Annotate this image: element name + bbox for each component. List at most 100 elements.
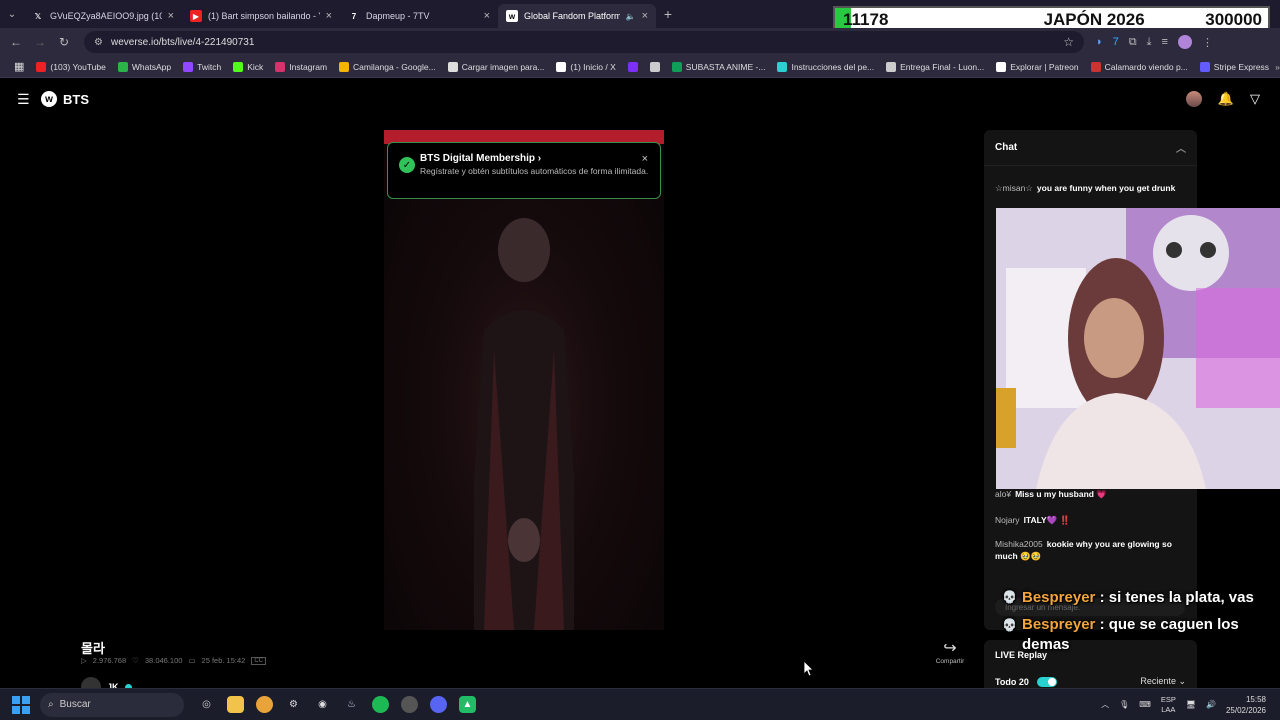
bookmark-label: Stripe Express — [1213, 61, 1270, 72]
bookmark-item[interactable]: Instagram — [269, 61, 333, 72]
bookmark-item[interactable] — [622, 61, 644, 72]
profile-avatar[interactable] — [1177, 35, 1192, 49]
live-video-player[interactable] — [384, 130, 664, 630]
weverse-logo-icon: w — [41, 91, 57, 107]
user-avatar[interactable] — [1185, 91, 1202, 107]
skull-emote-icon: 💀 — [1002, 618, 1017, 632]
file-explorer-icon[interactable] — [227, 696, 244, 713]
keyboard-icon[interactable]: ⌨ — [1139, 700, 1151, 709]
tray-expand-icon[interactable]: ︿ — [1101, 699, 1109, 710]
system-tray: ︿ 🎙 ⌨ ESP LAA 🖥 🔊 15:58 25/02/2026 — [1101, 694, 1266, 716]
url-field[interactable]: ⚙ weverse.io/bts/live/4-221490731 ☆ — [84, 31, 1084, 53]
replay-toggle[interactable] — [1036, 676, 1057, 687]
extensions-puzzle-icon[interactable]: ⧉ — [1129, 36, 1137, 49]
bookmark-item[interactable] — [644, 61, 666, 72]
bookmark-favicon-icon — [996, 61, 1007, 72]
replay-filter-row: Todo 20 Reciente ⌄ — [995, 676, 1186, 687]
network-icon[interactable]: 🖥 — [1186, 700, 1196, 709]
chat-header[interactable]: Chat ︿ — [984, 130, 1197, 166]
chat-message: ☆misan☆ you are funny when you get drunk — [984, 182, 1197, 194]
tab-search-icon[interactable]: ⌄ — [0, 0, 24, 28]
notification-bell-icon[interactable]: 🔔 — [1218, 91, 1234, 107]
close-tab-icon[interactable]: × — [168, 10, 174, 22]
bookmark-item[interactable]: Stripe Express — [1194, 61, 1275, 72]
close-tab-icon[interactable]: × — [484, 10, 490, 22]
overlay-username: Bespreyer — [1022, 616, 1096, 633]
browser-tab[interactable]: 𝕏 GVuEQZya8AEIOO9.jpg (1079× × — [24, 4, 182, 28]
community-name: BTS — [63, 91, 89, 107]
media-controls-icon[interactable]: ≡ — [1162, 36, 1168, 48]
browser-tab-active[interactable]: w Global Fandom Platform - W 🔈 × — [498, 4, 656, 28]
share-button[interactable]: ↪ Compartir — [930, 638, 970, 665]
bookmark-favicon-icon — [1199, 61, 1210, 72]
obs-icon[interactable]: ◉ — [314, 696, 331, 713]
bookmark-label: Twitch — [197, 61, 222, 72]
bookmark-favicon-icon — [1090, 61, 1101, 72]
new-tab-button[interactable]: + — [656, 6, 680, 22]
back-icon[interactable]: ← — [4, 35, 28, 49]
tab-title: (1) Bart simpson bailando - You — [208, 11, 320, 21]
extension-icon[interactable]: ◗ — [1096, 36, 1103, 48]
bookmark-item[interactable]: Cargar imagen para... — [442, 61, 551, 72]
chat-username: Mishika2005 — [995, 539, 1043, 549]
bookmark-label: (1) Inicio / X — [570, 61, 616, 72]
bookmark-item[interactable]: Camilanga - Google... — [333, 61, 442, 72]
windows-start-icon[interactable] — [12, 695, 30, 714]
close-tab-icon[interactable]: × — [642, 10, 648, 22]
speaker-icon[interactable]: 🔈 — [626, 12, 636, 21]
chrome-icon[interactable] — [256, 696, 273, 713]
bookmark-item[interactable]: (1) Inicio / X — [550, 61, 621, 72]
apps-grid-icon[interactable]: ▦ — [8, 60, 30, 73]
community-logo[interactable]: w BTS — [41, 91, 89, 107]
share-icon: ↪ — [943, 640, 957, 657]
shop-icon[interactable]: ▽ — [1250, 91, 1260, 107]
bookmark-item[interactable]: Entrega Final - Luon... — [880, 61, 990, 72]
microphone-icon[interactable]: 🎙 — [1119, 700, 1129, 709]
tab-title: GVuEQZya8AEIOO9.jpg (1079× — [50, 11, 162, 21]
spotify-icon[interactable] — [372, 696, 389, 713]
steam-icon[interactable]: ♨ — [343, 696, 360, 713]
bookmark-favicon-icon — [183, 61, 194, 72]
discord-icon[interactable] — [430, 696, 447, 713]
sort-dropdown[interactable]: Reciente ⌄ — [1140, 676, 1186, 687]
settings-icon[interactable]: ⚙ — [285, 696, 302, 713]
chevron-up-icon[interactable]: ︿ — [1176, 140, 1186, 155]
bookmark-item[interactable]: WhatsApp — [112, 61, 177, 72]
code-editor-icon[interactable]: ▲ — [459, 696, 476, 713]
bookmark-item[interactable]: Calamardo viendo p... — [1085, 61, 1194, 72]
bookmark-item[interactable]: SUBASTA ANIME -... — [666, 61, 772, 72]
menu-icon[interactable]: ☰ — [17, 91, 31, 108]
close-tab-icon[interactable]: × — [326, 10, 332, 22]
bookmark-item[interactable]: Explorar | Patreon — [990, 61, 1084, 72]
membership-popup[interactable]: ✓ BTS Digital Membership › Regístrate y … — [387, 142, 661, 199]
overlay-chat-line: 💀 Bespreyer : que se caguen los demas — [1002, 615, 1280, 655]
close-popup-icon[interactable]: × — [642, 153, 648, 165]
download-icon[interactable]: ⤓ — [1147, 36, 1152, 49]
taskbar-clock[interactable]: 15:58 25/02/2026 — [1226, 694, 1266, 716]
bookmark-star-icon[interactable]: ☆ — [1063, 35, 1074, 49]
bookmark-item[interactable]: Instrucciones del pe... — [771, 61, 880, 72]
taskbar-search[interactable]: ⌕ Buscar — [40, 692, 184, 717]
7tv-extension-icon[interactable]: 7 — [1113, 36, 1119, 48]
forward-icon[interactable]: → — [28, 35, 52, 49]
browser-tab[interactable]: 7 Dapmeup - 7TV × — [340, 4, 498, 28]
browser-tab[interactable]: ▶ (1) Bart simpson bailando - You × — [182, 4, 340, 28]
site-info-icon[interactable]: ⚙ — [94, 37, 103, 48]
more-bookmarks-icon[interactable]: » — [1275, 62, 1280, 72]
browser-menu-icon[interactable]: ⋮ — [1202, 36, 1213, 49]
tab-title: Dapmeup - 7TV — [366, 11, 430, 21]
language-indicator[interactable]: ESP LAA — [1161, 695, 1176, 715]
reload-icon[interactable]: ↻ — [52, 35, 76, 49]
bookmark-item[interactable]: (103) YouTube — [30, 61, 111, 72]
bookmark-favicon-icon — [275, 61, 286, 72]
bookmark-item[interactable]: Twitch — [177, 61, 227, 72]
task-view-icon[interactable]: ◎ — [198, 696, 215, 713]
bookmark-item[interactable]: Kick — [227, 61, 269, 72]
bookmark-favicon-icon — [556, 61, 567, 72]
volume-icon[interactable]: 🔊 — [1206, 700, 1216, 709]
app-icon[interactable] — [401, 696, 418, 713]
like-count: 38.046.100 — [144, 656, 183, 665]
x-icon: 𝕏 — [34, 11, 42, 21]
keyboard-layout: LAA — [1161, 704, 1176, 714]
clock-time: 15:58 — [1245, 694, 1266, 704]
